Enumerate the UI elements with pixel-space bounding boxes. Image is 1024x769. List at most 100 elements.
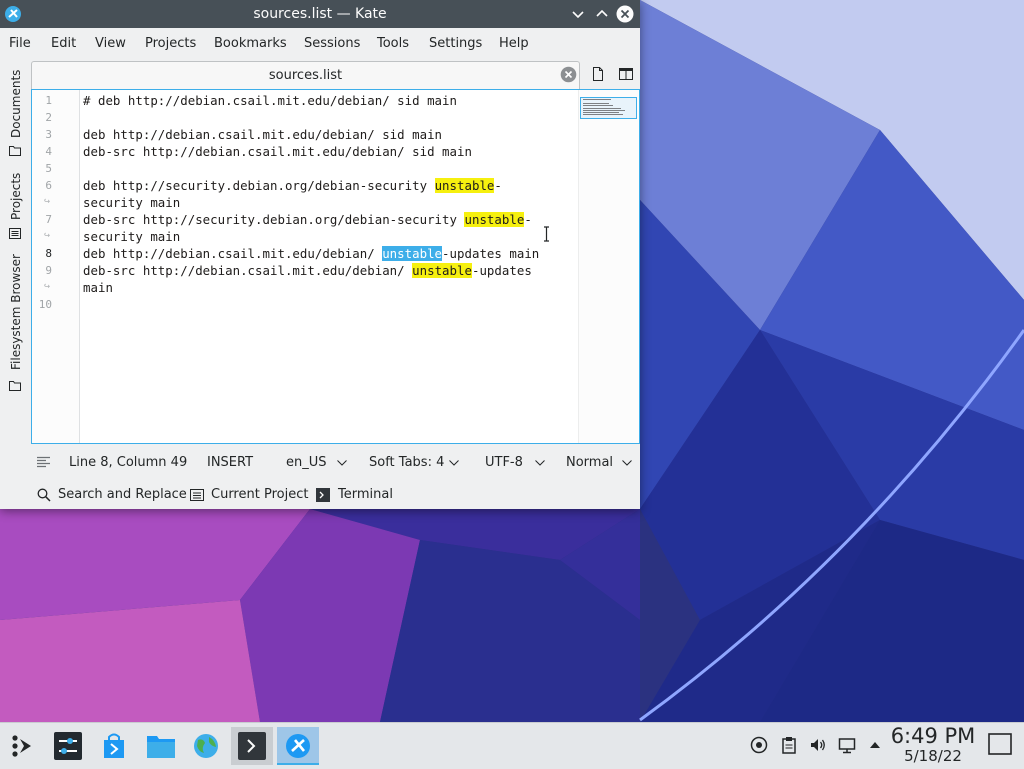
line-number: 5 [45,162,52,175]
menu-tools[interactable]: Tools [377,36,409,51]
wrap-indicator-icon: ↪ [44,281,51,292]
line-number: 3 [45,128,52,141]
minimap-line [583,103,609,104]
chevron-down-icon [622,460,632,466]
terminal-icon [316,488,330,502]
list-icon [9,228,21,239]
network-icon[interactable] [838,736,856,754]
code-line[interactable]: security main [83,194,180,211]
code-line[interactable]: deb http://debian.csail.mit.edu/debian/ … [83,245,539,262]
clock-date[interactable]: 5/18/22 [890,747,976,765]
highlighting-select[interactable]: Normal [566,455,613,470]
menu-view[interactable]: View [95,36,126,51]
minimap-line [583,110,625,111]
folder-icon [9,146,21,156]
split-view-icon[interactable] [619,67,633,81]
line-number: 1 [45,94,52,107]
clipboard-icon[interactable] [780,736,798,754]
updates-icon[interactable] [750,736,768,754]
indentation-select[interactable]: Soft Tabs: 4 [369,455,444,470]
window-title: sources.list — Kate [253,6,387,22]
discover-store-icon [104,733,124,758]
terminal-button[interactable]: Terminal [338,487,393,502]
wrap-indicator-icon: ↪ [44,196,51,207]
code-text: security main [83,195,181,210]
minimap-line [583,112,619,113]
code-area[interactable]: # deb http://debian.csail.mit.edu/debian… [83,90,578,443]
task-dolphin[interactable] [139,727,181,765]
minimap-line [583,108,621,109]
code-text: -updates [471,263,532,278]
menu-sessions[interactable]: Sessions [304,36,360,51]
code-line[interactable]: deb-src http://debian.csail.mit.edu/debi… [83,262,532,279]
chevron-down-icon [449,460,459,466]
sidebar-tab-label: Documents [9,69,23,138]
input-mode[interactable]: INSERT [207,455,253,470]
show-desktop-icon[interactable] [988,733,1012,755]
menu-edit[interactable]: Edit [51,36,76,51]
minimize-icon[interactable] [569,5,587,23]
code-text: deb http://security.debian.org/debian-se… [83,178,435,193]
code-text: deb-src http://debian.csail.mit.edu/debi… [83,144,472,159]
code-line[interactable]: main [83,279,113,296]
menu-help[interactable]: Help [499,36,529,51]
menu-settings[interactable]: Settings [429,36,482,51]
line-number: 6 [45,179,52,192]
task-konsole[interactable] [231,727,273,765]
kde-launcher-icon [12,735,31,757]
search-and-replace-button[interactable]: Search and Replace [58,487,187,502]
minimap-line [583,114,623,115]
cursor-position[interactable]: Line 8, Column 49 [69,455,187,470]
code-text: deb-src http://security.debian.org/debia… [83,212,465,227]
code-line[interactable]: security main [83,228,180,245]
code-line[interactable]: deb-src http://debian.csail.mit.edu/debi… [83,143,472,160]
wrap-indicator-icon: ↪ [44,230,51,241]
document-tab[interactable]: sources.list [31,61,580,89]
line-number: 4 [45,145,52,158]
terminal-icon [238,732,266,760]
code-text: - [494,178,502,193]
volume-icon[interactable] [809,736,827,754]
current-project-button[interactable]: Current Project [211,487,308,502]
dictionary-select[interactable]: en_US [286,455,327,470]
list-icon [190,489,204,501]
code-text: deb http://debian.csail.mit.edu/debian/ … [83,127,443,142]
menu-lines-icon[interactable] [37,456,50,468]
text-editor[interactable]: 1 2 3 4 5 6 ↪ 7 ↪ 8 9 ↪ 10 # deb http://debian.csail… [31,89,640,444]
sidebar-tab-projects[interactable]: Projects [6,168,24,224]
code-text: main [83,280,113,295]
code-line[interactable]: deb http://debian.csail.mit.edu/debian/ … [83,126,442,143]
menu-bookmarks[interactable]: Bookmarks [214,36,287,51]
chevron-up-icon[interactable] [866,736,884,754]
search-highlight: unstable [464,212,525,227]
code-line[interactable]: # deb http://debian.csail.mit.edu/debian… [83,92,457,109]
bottom-toolview-bar: Search and Replace Current Project Termi… [0,484,640,506]
selected-text: unstable [382,246,443,261]
menu-file[interactable]: File [9,36,31,51]
code-line[interactable]: deb-src http://security.debian.org/debia… [83,211,532,228]
encoding-select[interactable]: UTF-8 [485,455,523,470]
window-titlebar[interactable]: sources.list — Kate [0,0,640,28]
kate-window: sources.list — Kate File Edit View Proje… [0,0,640,509]
text-cursor-icon [544,226,549,242]
close-icon[interactable] [616,5,634,23]
code-text: -updates main [442,246,540,261]
task-discover[interactable] [93,727,135,765]
globe-icon [194,734,218,758]
task-kate[interactable] [277,727,319,765]
code-text: # deb http://debian.csail.mit.edu/debian… [83,93,457,108]
folder-icon [147,736,175,758]
close-tab-icon[interactable] [560,66,577,83]
task-web-browser[interactable] [185,727,227,765]
maximize-icon[interactable] [593,5,611,23]
minimap-scrollbar[interactable] [578,90,639,443]
status-bar: Line 8, Column 49 INSERT en_US Soft Tabs… [0,451,640,475]
code-line[interactable]: deb http://security.debian.org/debian-se… [83,177,502,194]
clock-time[interactable]: 6:49 PM [890,724,976,748]
sidebar-tab-filesystem-browser[interactable]: Filesystem Browser [6,248,24,378]
application-launcher-button[interactable] [2,727,44,765]
menu-projects[interactable]: Projects [145,36,196,51]
task-system-settings[interactable] [47,727,89,765]
chevron-down-icon [337,460,347,466]
new-document-icon[interactable] [591,67,605,81]
